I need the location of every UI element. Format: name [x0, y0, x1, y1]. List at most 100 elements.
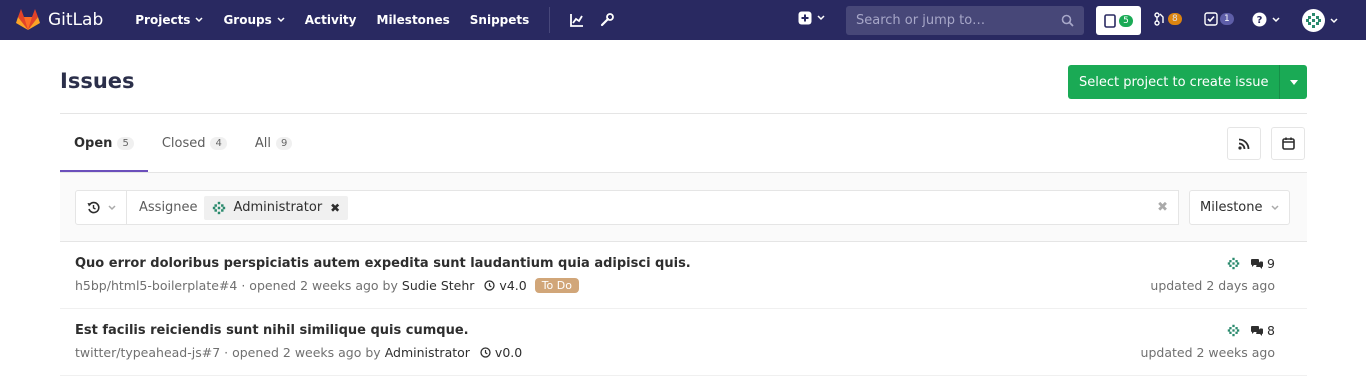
nav-activity[interactable]: Activity — [305, 13, 357, 27]
nav-projects-label: Projects — [135, 13, 191, 27]
issue-meta: h5bp/html5-boilerplate#4 · opened 2 week… — [75, 278, 579, 293]
chevron-down-icon — [195, 17, 203, 23]
issue-reference: h5bp/html5-boilerplate#4 — [75, 278, 238, 293]
chevron-down-icon — [1270, 204, 1279, 210]
tab-all-label: All — [254, 135, 271, 151]
issue-milestone-label: v0.0 — [494, 345, 523, 360]
chevron-down-icon — [817, 15, 825, 21]
brand-name: GitLab — [48, 10, 104, 30]
assignee-avatar-icon[interactable] — [1227, 324, 1240, 337]
issues-icon — [1104, 13, 1116, 28]
history-icon — [87, 201, 100, 214]
issue-reference: twitter/typeahead-js#7 — [75, 345, 221, 360]
rss-button[interactable] — [1227, 127, 1261, 160]
tab-all-count: 9 — [275, 136, 293, 150]
calendar-feed-button[interactable] — [1271, 127, 1305, 160]
admin-chart-link[interactable] — [570, 13, 584, 27]
list-item: Quo error doloribus perspiciatis autem e… — [60, 242, 1307, 309]
recent-searches-dropdown[interactable] — [75, 190, 127, 225]
page-title: Issues — [60, 69, 135, 93]
gitlab-logo-icon — [16, 9, 40, 30]
issue-updated-at: updated 2 weeks ago — [1140, 345, 1275, 360]
tab-open[interactable]: Open 5 — [60, 114, 148, 172]
help-icon: ? — [1252, 12, 1267, 27]
issues-shortcut[interactable]: 5 — [1096, 6, 1141, 35]
filter-token-value-label: Administrator — [233, 200, 323, 215]
admin-area-link[interactable] — [600, 13, 615, 27]
rss-icon — [1238, 138, 1250, 150]
tab-closed-count: 4 — [210, 136, 227, 150]
nav-groups[interactable]: Groups — [223, 13, 285, 27]
issue-title-link[interactable]: Quo error doloribus perspiciatis autem e… — [75, 256, 691, 271]
identicon-icon — [1306, 13, 1321, 28]
issue-opened-text: · opened 2 weeks ago by — [241, 278, 398, 293]
milestone-sort-dropdown[interactable]: Milestone — [1189, 190, 1290, 225]
nav-projects[interactable]: Projects — [135, 13, 203, 27]
clock-icon — [480, 347, 491, 358]
filtered-search-input[interactable]: Assignee Administrator ✖ ✖ — [126, 190, 1179, 225]
issue-comment-count[interactable]: 9 — [1267, 256, 1275, 271]
issue-updated-at: updated 2 days ago — [1150, 278, 1275, 293]
filter-token-name: Assignee — [139, 200, 198, 215]
issue-stats: 8 — [1227, 323, 1275, 338]
plus-square-icon — [798, 11, 812, 25]
tab-open-count: 5 — [117, 136, 134, 150]
issue-milestone-link[interactable]: v0.0 — [480, 345, 522, 360]
todos-shortcut[interactable]: 1 — [1204, 12, 1234, 26]
nav-milestones[interactable]: Milestones — [377, 13, 450, 27]
merge-request-icon — [1154, 12, 1164, 26]
remove-token-icon[interactable]: ✖ — [330, 201, 340, 215]
todo-check-icon — [1204, 12, 1218, 26]
search-input[interactable]: Search or jump to… — [846, 6, 1084, 35]
user-menu[interactable] — [1302, 9, 1338, 32]
issue-state-tabs: Open 5 Closed 4 All 9 — [60, 114, 306, 172]
new-dropdown[interactable] — [798, 11, 825, 25]
gitlab-home-link[interactable]: GitLab — [16, 9, 103, 31]
issue-author-link[interactable]: Administrator — [385, 345, 470, 360]
calendar-icon — [1281, 137, 1295, 150]
tab-closed[interactable]: Closed 4 — [148, 114, 241, 172]
wrench-icon — [601, 13, 615, 27]
comments-icon — [1251, 325, 1264, 336]
tab-closed-label: Closed — [161, 135, 206, 151]
filter-token-value[interactable]: Administrator ✖ — [203, 195, 349, 220]
milestone-dropdown-label: Milestone — [1200, 200, 1263, 215]
avatar — [1302, 9, 1325, 32]
issue-author-link[interactable]: Sudie Stehr — [402, 278, 475, 293]
chevron-down-icon — [107, 204, 116, 210]
caret-down-icon — [1289, 79, 1298, 85]
issue-title-link[interactable]: Est facilis reiciendis sunt nihil simili… — [75, 323, 469, 338]
chevron-down-icon — [1272, 16, 1280, 22]
issue-meta: twitter/typeahead-js#7 · opened 2 weeks … — [75, 345, 522, 360]
todos-count-badge: 1 — [1220, 13, 1234, 25]
tab-open-label: Open — [74, 135, 113, 151]
merge-requests-shortcut[interactable]: 8 — [1154, 12, 1182, 26]
clear-search-icon[interactable]: ✖ — [1157, 200, 1168, 215]
issue-milestone-label: v4.0 — [499, 278, 527, 293]
chevron-down-icon — [1330, 17, 1338, 23]
chevron-down-icon — [277, 17, 285, 23]
create-issue-label: Select project to create issue — [1079, 74, 1269, 90]
assignee-avatar-icon[interactable] — [1227, 257, 1240, 270]
nav-snippets[interactable]: Snippets — [470, 13, 530, 27]
identicon-icon — [212, 201, 225, 214]
issue-label-badge[interactable]: To Do — [534, 278, 579, 293]
search-placeholder: Search or jump to… — [856, 13, 986, 28]
nav-divider — [549, 7, 551, 33]
nav-groups-label: Groups — [223, 13, 272, 27]
top-navbar: GitLab Projects Groups Activity Mileston… — [0, 0, 1366, 40]
issue-opened-text: · opened 2 weeks ago by — [224, 345, 381, 360]
chart-icon — [570, 14, 584, 27]
help-dropdown[interactable]: ? — [1252, 12, 1280, 27]
svg-text:?: ? — [1257, 15, 1263, 26]
clock-icon — [484, 280, 496, 291]
issue-comment-count[interactable]: 8 — [1267, 323, 1275, 338]
filter-bar: Assignee Administrator ✖ ✖ Milestone — [60, 172, 1307, 242]
issue-milestone-link[interactable]: v4.0 — [484, 278, 527, 293]
create-issue-button[interactable]: Select project to create issue — [1068, 65, 1307, 99]
tab-all[interactable]: All 9 — [241, 114, 307, 172]
issue-stats: 9 — [1227, 256, 1275, 271]
search-icon — [1061, 14, 1074, 27]
create-issue-dropdown-toggle[interactable] — [1279, 65, 1307, 99]
comments-icon — [1251, 258, 1264, 269]
